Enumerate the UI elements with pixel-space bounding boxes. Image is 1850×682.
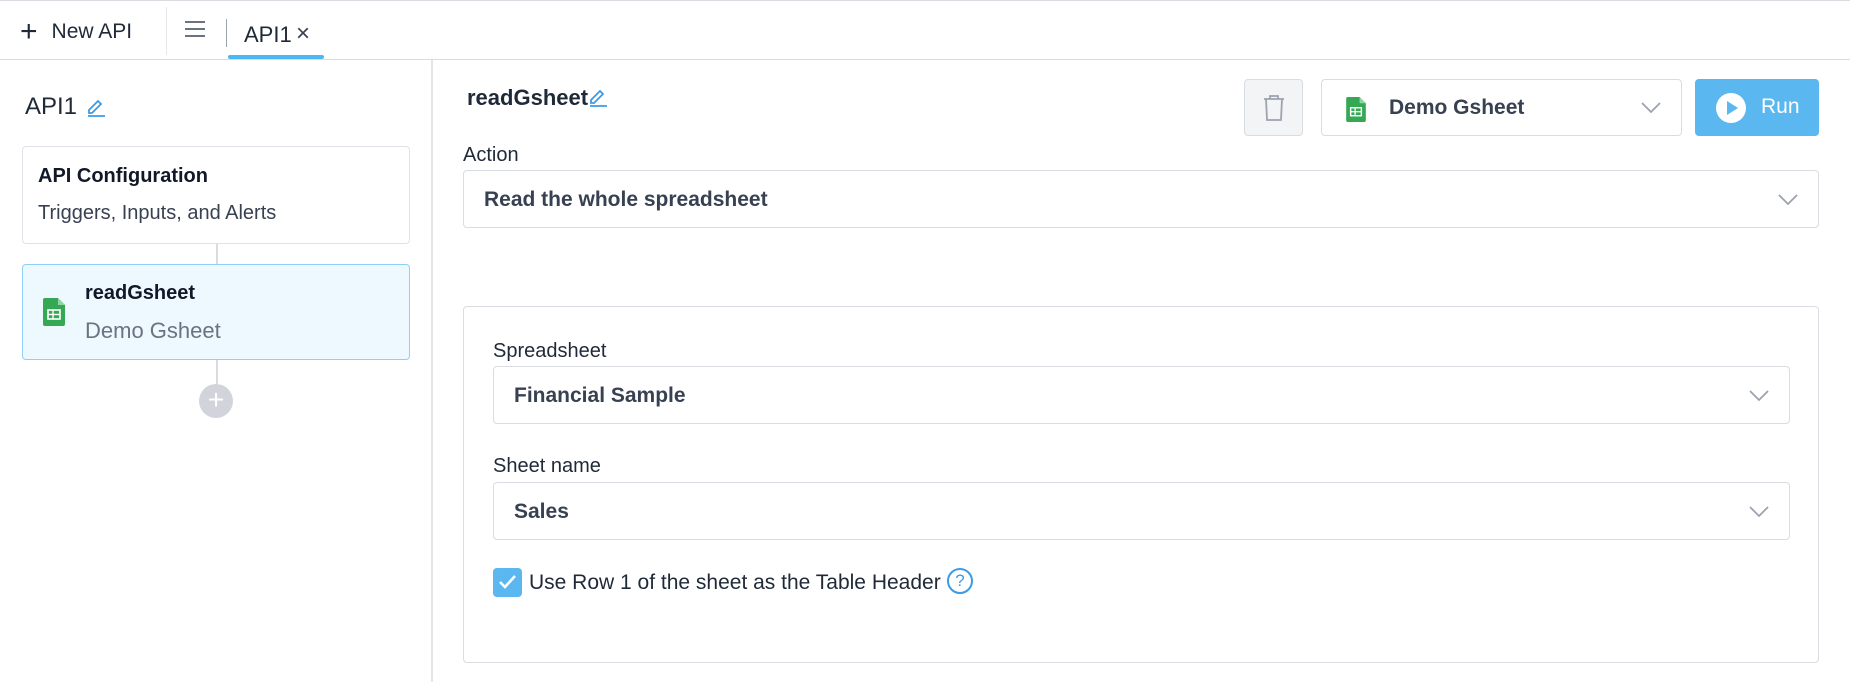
datasource-select[interactable]: Demo Gsheet — [1321, 79, 1682, 136]
spreadsheet-settings-panel: Spreadsheet Financial Sample Sheet name … — [463, 306, 1819, 663]
spreadsheet-value: Financial Sample — [514, 384, 686, 407]
menu-icon[interactable] — [185, 21, 205, 37]
api-configuration-card[interactable]: API Configuration Triggers, Inputs, and … — [22, 146, 410, 244]
action-value: Read the whole spreadsheet — [484, 188, 768, 211]
delete-step-button[interactable] — [1244, 79, 1303, 136]
api-title: API1 — [25, 93, 105, 121]
chevron-down-icon — [1749, 506, 1769, 518]
spreadsheet-select[interactable]: Financial Sample — [493, 366, 1790, 424]
action-label: Action — [463, 144, 519, 166]
api-name: API1 — [25, 93, 78, 120]
run-label: Run — [1761, 95, 1800, 118]
sheet-name-value: Sales — [514, 500, 569, 523]
action-select[interactable]: Read the whole spreadsheet — [463, 170, 1819, 228]
datasource-value: Demo Gsheet — [1389, 96, 1525, 119]
active-tab-indicator — [228, 55, 324, 59]
chevron-down-icon — [1641, 102, 1661, 114]
spreadsheet-label: Spreadsheet — [493, 340, 607, 362]
divider — [166, 7, 167, 55]
tab-label: API1 — [244, 22, 292, 47]
new-api-label: New API — [51, 20, 133, 43]
run-button[interactable]: Run — [1695, 79, 1819, 136]
card-title: API Configuration — [38, 165, 208, 187]
connector-line — [216, 244, 218, 264]
divider — [226, 19, 227, 47]
close-icon[interactable]: × — [296, 20, 310, 48]
add-step-button[interactable]: + — [199, 384, 233, 418]
step-editor: readGsheet Demo Gsheet Run Action Read t… — [433, 60, 1850, 682]
top-tab-bar: + New API API1 × — [0, 0, 1850, 60]
step-title: readGsheet — [467, 85, 607, 111]
step-card-readgsheet[interactable]: readGsheet Demo Gsheet — [22, 264, 410, 360]
play-icon — [1716, 93, 1746, 123]
edit-icon[interactable] — [587, 85, 609, 107]
check-icon — [499, 575, 516, 589]
card-subtitle: Triggers, Inputs, and Alerts — [38, 202, 277, 224]
trash-icon — [1264, 95, 1284, 121]
connector-line — [216, 360, 218, 384]
tab-api1[interactable]: API1 × — [228, 15, 324, 59]
sheet-name-select[interactable]: Sales — [493, 482, 1790, 540]
sheet-name-label: Sheet name — [493, 455, 601, 477]
chevron-down-icon — [1749, 390, 1769, 402]
card-title: readGsheet — [85, 282, 196, 304]
table-header-checkbox[interactable] — [493, 568, 522, 597]
card-subtitle: Demo Gsheet — [85, 318, 221, 343]
google-sheets-icon — [1346, 97, 1366, 127]
chevron-down-icon — [1778, 194, 1798, 206]
api-sidebar: API1 API Configuration Triggers, Inputs,… — [0, 60, 433, 682]
edit-icon[interactable] — [85, 95, 107, 117]
help-icon[interactable]: ? — [947, 568, 973, 594]
table-header-checkbox-label: Use Row 1 of the sheet as the Table Head… — [529, 571, 941, 594]
step-name: readGsheet — [467, 85, 589, 110]
google-sheets-icon — [43, 298, 65, 331]
new-api-button[interactable]: + New API — [20, 15, 132, 49]
plus-icon: + — [20, 15, 38, 48]
